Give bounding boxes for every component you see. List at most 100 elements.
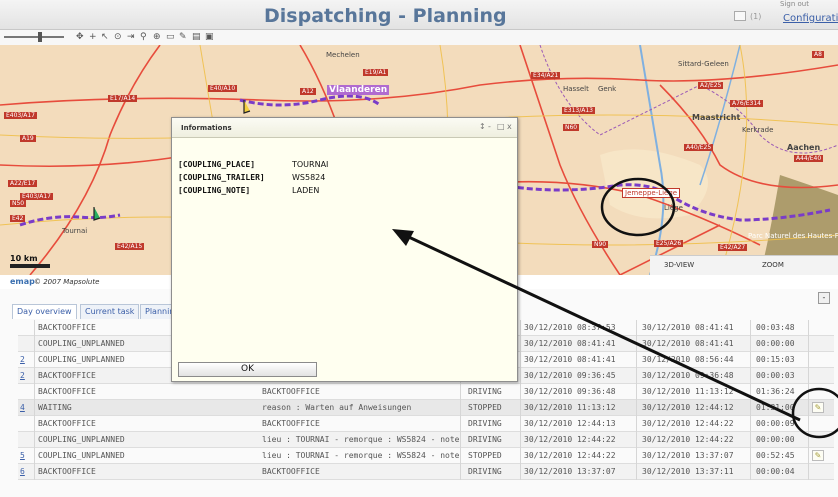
map-scale-bar: [10, 264, 50, 268]
row-link[interactable]: 4: [20, 403, 32, 412]
info-key-note: [COUPLING_NOTE]: [178, 186, 251, 195]
column-divider: [750, 432, 751, 448]
road-label-e17: E17/A14: [108, 95, 138, 102]
table-row[interactable]: BACKTOOFFICE BACKTOOFFICE DRIVING 30/12/201…: [18, 416, 834, 432]
map-highlight-label[interactable]: Jemeppe-Liège: [622, 188, 681, 198]
map-city-kerkrade: Kerkrade: [742, 126, 774, 134]
column-divider: [636, 352, 637, 368]
row-status: DRIVING: [468, 467, 502, 476]
print-icon[interactable]: ✎: [179, 33, 187, 42]
column-divider: [808, 384, 809, 400]
pan-icon[interactable]: ✥: [76, 33, 84, 42]
road-label-a19: A19: [20, 135, 36, 142]
map-view-switch: 3D-VIEW ZOOM: [650, 255, 838, 275]
column-divider: [750, 400, 751, 416]
layers-icon[interactable]: ⊕: [153, 33, 161, 42]
row-link[interactable]: 2: [20, 355, 32, 364]
column-divider: [808, 352, 809, 368]
map-city-genk: Genk: [598, 85, 617, 93]
zoom-out-icon[interactable]: ↖: [101, 33, 109, 42]
row-duration: 00:00:00: [756, 339, 795, 348]
column-divider: [34, 416, 35, 432]
edit-note-icon[interactable]: ✎: [812, 450, 824, 461]
column-divider: [636, 464, 637, 480]
road-label-e42a15: E42/A15: [115, 243, 145, 250]
table-row[interactable]: 4 WAITING reason : Warten auf Anweisungen S…: [18, 400, 834, 416]
row-start-time: 30/12/2010 12:44:13: [524, 419, 616, 428]
collapse-button[interactable]: -: [818, 292, 830, 304]
row-description: BACKTOOFFICE: [262, 419, 320, 428]
configuration-link[interactable]: Configuratio: [783, 13, 838, 24]
column-divider: [750, 416, 751, 432]
row-duration: 00:00:04: [756, 467, 795, 476]
dialog-close-icon[interactable]: x: [507, 123, 512, 131]
row-type: BACKTOOFFICE: [38, 467, 96, 476]
map-city-tournai: Tournai: [62, 227, 88, 235]
zoom-slider[interactable]: [4, 36, 64, 38]
zoom-in-icon[interactable]: +: [89, 33, 97, 42]
column-divider: [460, 384, 461, 400]
column-divider: [808, 464, 809, 480]
column-divider: [34, 464, 35, 480]
row-end-time: 30/12/2010 09:36:48: [642, 371, 734, 380]
export-icon[interactable]: ▣: [205, 33, 214, 42]
edit-note-icon[interactable]: ✎: [812, 402, 824, 413]
road-label-a44: A44/E40: [794, 155, 824, 162]
map-city-vlaanderen: Vlaanderen: [327, 85, 390, 95]
road-label-a8: A8: [812, 51, 824, 58]
table-row[interactable]: 5 COUPLING_UNPLANNED lieu : TOURNAI - remo…: [18, 448, 834, 464]
road-label-e19: E19/A1: [363, 69, 389, 76]
column-divider: [520, 320, 521, 336]
row-link[interactable]: 6: [20, 467, 32, 476]
row-link[interactable]: 5: [20, 451, 32, 460]
column-divider: [34, 448, 35, 464]
table-row[interactable]: COUPLING_UNPLANNED lieu : TOURNAI - remor…: [18, 432, 834, 448]
route-icon[interactable]: ⇥: [127, 33, 135, 42]
row-start-time: 30/12/2010 09:36:45: [524, 371, 616, 380]
view-3d-button[interactable]: 3D-VIEW: [664, 261, 694, 269]
row-end-time: 30/12/2010 08:56:44: [642, 355, 734, 364]
row-type: COUPLING_UNPLANNED: [38, 355, 125, 364]
ok-button[interactable]: OK: [178, 362, 317, 377]
map-provider-logo: emap: [10, 277, 35, 286]
poi-icon[interactable]: ▭: [166, 33, 175, 42]
road-label-e313: E313/A13: [562, 107, 596, 114]
column-divider: [636, 336, 637, 352]
dialog-maximize-icon[interactable]: □: [497, 123, 505, 131]
column-divider: [808, 368, 809, 384]
tab-current-task[interactable]: Current task: [80, 304, 140, 319]
map-scale-label: 10 km: [10, 254, 38, 263]
column-divider: [460, 416, 461, 432]
road-label-n60: N60: [563, 124, 580, 131]
road-label-e42a27: E42/A27: [718, 244, 748, 251]
dialog-title: Informations: [181, 124, 232, 132]
row-link[interactable]: 2: [20, 371, 32, 380]
row-end-time: 30/12/2010 12:44:22: [642, 435, 734, 444]
map-city-maastricht: Maastricht: [692, 113, 741, 122]
tab-day-overview[interactable]: Day overview: [12, 304, 77, 319]
save-icon[interactable]: ▤: [192, 33, 201, 42]
view-zoom-button[interactable]: ZOOM: [762, 261, 784, 269]
zoom-slider-thumb[interactable]: [38, 32, 42, 42]
signout-link[interactable]: Sign out: [780, 0, 809, 8]
column-divider: [636, 416, 637, 432]
road-label-a76: A76/E314: [730, 100, 764, 107]
road-label-e34: E34/A21: [531, 72, 561, 79]
column-divider: [636, 448, 637, 464]
column-divider: [808, 416, 809, 432]
road-label-e403b: E403/A17: [20, 193, 54, 200]
table-row[interactable]: 6 BACKTOOFFICE BACKTOOFFICE DRIVING 30/12/20…: [18, 464, 834, 480]
dialog-move-icon[interactable]: ↕: [479, 123, 486, 131]
row-type: BACKTOOFFICE: [38, 323, 96, 332]
dialog-minimize-icon[interactable]: -: [488, 123, 491, 131]
column-divider: [808, 400, 809, 416]
column-divider: [808, 432, 809, 448]
column-divider: [750, 352, 751, 368]
row-end-time: 30/12/2010 11:13:12: [642, 387, 734, 396]
column-divider: [636, 384, 637, 400]
message-icon[interactable]: [734, 11, 746, 21]
table-row[interactable]: BACKTOOFFICE BACKTOOFFICE DRIVING 30/12/201…: [18, 384, 834, 400]
ruler-icon[interactable]: ⚲: [140, 33, 147, 42]
row-description: lieu : TOURNAI - remorque : WS5824 - not…: [262, 451, 460, 460]
center-icon[interactable]: ⊙: [114, 33, 122, 42]
